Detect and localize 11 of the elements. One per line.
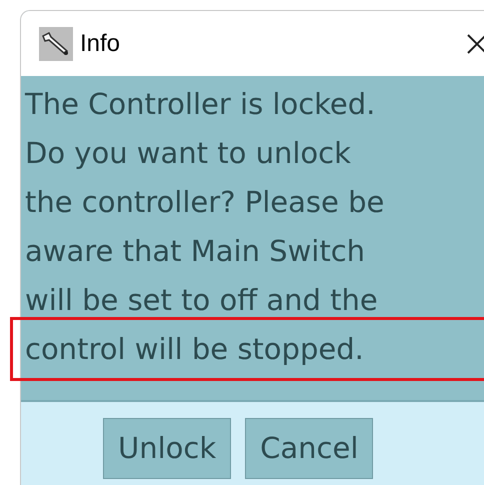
message-text: aware that Main Switch <box>25 233 366 270</box>
close-icon[interactable] <box>466 32 484 54</box>
window-title: Info <box>80 28 120 58</box>
message-text: will be set to off and the <box>25 282 378 319</box>
message-text: The Controller is locked. <box>25 86 376 123</box>
dialog-button[interactable]: Cancel <box>245 418 374 479</box>
message-text: Do you want to unlock <box>25 135 351 172</box>
message-text: control will be stopped. <box>25 331 364 368</box>
message-text: the controller? Please be <box>25 184 384 221</box>
wrench-icon <box>39 26 73 60</box>
dialog-button[interactable]: Unlock <box>103 418 232 479</box>
